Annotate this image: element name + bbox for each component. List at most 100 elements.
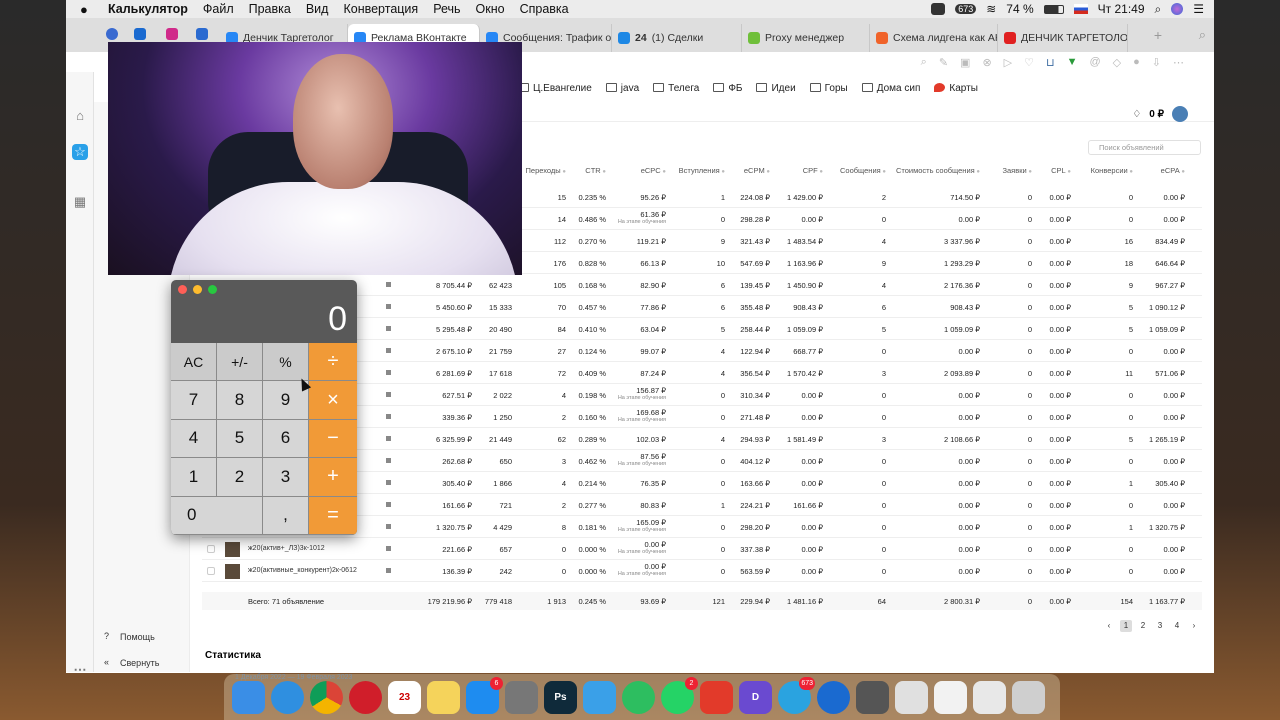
- bookmark-8[interactable]: Карты: [934, 82, 978, 94]
- calc-key-18[interactable]: =: [309, 496, 357, 535]
- at-icon[interactable]: @: [1089, 56, 1100, 68]
- app-d-icon[interactable]: D: [739, 680, 772, 714]
- siri-icon[interactable]: [1171, 3, 1184, 15]
- menu-app-name[interactable]: Калькулятор: [108, 2, 188, 16]
- profile-icon[interactable]: ●: [1133, 56, 1140, 68]
- column-header-leads[interactable]: Заявки: [1002, 166, 1032, 175]
- calc-key-4[interactable]: 7: [171, 381, 217, 420]
- chrome-icon[interactable]: [310, 680, 343, 714]
- calc-key-8[interactable]: 4: [171, 419, 217, 459]
- bookmark-4[interactable]: ФБ: [713, 82, 742, 94]
- minimize-window-button[interactable]: [193, 285, 202, 294]
- collapse-link[interactable]: Свернуть: [120, 658, 159, 668]
- control-center-icon[interactable]: ☰: [1193, 2, 1204, 16]
- instagram-icon[interactable]: [166, 28, 178, 40]
- bookmark-2[interactable]: java: [605, 82, 639, 94]
- column-header-msgcost[interactable]: Стоимость сообщения: [896, 166, 980, 175]
- calc-key-12[interactable]: 1: [171, 458, 217, 497]
- column-header-conv[interactable]: Конверсии: [1091, 166, 1133, 175]
- column-header-clicks[interactable]: Переходы: [526, 166, 566, 175]
- bookmark-1[interactable]: Ц.Евангелие: [518, 82, 592, 94]
- table-row[interactable]: ж20(актив+_ЛЗ)3к-1012 221.66 ₽ 657 0 0.000 %…: [202, 538, 1202, 560]
- calc-key-15[interactable]: +: [309, 458, 357, 497]
- calc-key-16[interactable]: 0: [171, 496, 263, 535]
- spotlight-search-icon[interactable]: ⌕: [1155, 2, 1162, 17]
- new-tab-button[interactable]: +: [1154, 27, 1162, 43]
- play-icon[interactable]: ▷: [1004, 56, 1012, 69]
- status-badge[interactable]: 673: [955, 4, 977, 14]
- tab-4[interactable]: 24 (1) Сделки: [612, 24, 742, 52]
- photoshop-icon[interactable]: Ps: [544, 680, 577, 714]
- xmind-icon[interactable]: [700, 680, 733, 714]
- safari-icon[interactable]: [271, 680, 304, 714]
- input-language-flag-icon[interactable]: [1073, 4, 1088, 14]
- calculator-icon[interactable]: [856, 680, 889, 714]
- appstore-icon[interactable]: 6: [466, 676, 503, 714]
- ad-thumbnail[interactable]: [225, 542, 240, 557]
- column-header-ecpm[interactable]: eCPM: [744, 166, 770, 175]
- close-icon[interactable]: ⊗: [982, 56, 991, 69]
- ad-thumbnail[interactable]: [225, 564, 240, 579]
- heart-icon[interactable]: ♡: [1024, 56, 1034, 69]
- column-header-msg[interactable]: Сообщения: [840, 166, 886, 175]
- wifi-icon[interactable]: ≋: [986, 2, 996, 16]
- calc-key-11[interactable]: −: [309, 419, 357, 459]
- browser-logo-icon[interactable]: [106, 28, 118, 40]
- ad-name[interactable]: ж20(активные_конкурент)2к-0612: [248, 567, 357, 574]
- home-icon[interactable]: ⌂: [72, 108, 88, 124]
- search-icon[interactable]: ⌕: [1199, 27, 1206, 43]
- menu-icon[interactable]: ⋯: [1173, 56, 1184, 69]
- column-header-cpf[interactable]: CPF: [803, 166, 823, 175]
- avatar[interactable]: [1172, 106, 1188, 122]
- calc-key-14[interactable]: 3: [263, 458, 309, 497]
- camera-icon[interactable]: ▣: [960, 56, 970, 69]
- calc-key-17[interactable]: ,: [263, 496, 309, 535]
- collapse-icon[interactable]: «: [104, 657, 109, 667]
- cart-icon[interactable]: ⊔: [1046, 56, 1055, 69]
- docs-icon[interactable]: [934, 680, 967, 714]
- tab-7[interactable]: ДЕНЧИК ТАРГЕТОЛОГ -: [998, 24, 1128, 52]
- trash-icon[interactable]: [1012, 680, 1045, 714]
- pager-page[interactable]: 4: [1171, 620, 1183, 632]
- evernote-icon[interactable]: [622, 680, 655, 714]
- bookmark-7[interactable]: Дома сип: [861, 82, 920, 94]
- battery-label[interactable]: 74 %: [1006, 2, 1033, 16]
- calc-key-2[interactable]: %: [263, 343, 309, 382]
- menu-speech[interactable]: Речь: [433, 2, 460, 16]
- calc-key-5[interactable]: 8: [217, 381, 263, 420]
- monosnap-icon[interactable]: [583, 680, 616, 714]
- menu-file[interactable]: Файл: [203, 2, 234, 16]
- edit-icon[interactable]: ✎: [939, 56, 948, 69]
- menu-window[interactable]: Окно: [476, 2, 505, 16]
- balance-value[interactable]: 0 ₽: [1149, 109, 1164, 120]
- ad-search-input[interactable]: Поиск объявлений: [1088, 140, 1201, 155]
- preview-icon[interactable]: [895, 680, 928, 714]
- tab-6[interactable]: Схема лидгена как АК-: [870, 24, 998, 52]
- pager-page[interactable]: 2: [1137, 620, 1149, 632]
- ad-name[interactable]: ж20(актив+_ЛЗ)3к-1012: [248, 545, 325, 552]
- column-header-ctr[interactable]: CTR: [585, 166, 606, 175]
- trello-icon[interactable]: [134, 28, 146, 40]
- bookmark-6[interactable]: Горы: [809, 82, 848, 94]
- calc-key-9[interactable]: 5: [217, 419, 263, 459]
- column-header-cpl[interactable]: CPL: [1051, 166, 1071, 175]
- menu-view[interactable]: Вид: [306, 2, 329, 16]
- calc-key-7[interactable]: ×: [309, 381, 357, 420]
- finder-icon[interactable]: [232, 680, 265, 714]
- cube-icon[interactable]: ◇: [1113, 56, 1121, 69]
- column-header-ecpc[interactable]: eCPC: [641, 166, 666, 175]
- tab-5[interactable]: Proxy менеджер: [742, 24, 870, 52]
- extension-icon[interactable]: ▼: [1067, 56, 1078, 68]
- more-icon[interactable]: ⋯: [72, 662, 88, 678]
- apps-grid-icon[interactable]: ▦: [72, 194, 88, 210]
- column-header-ecpa[interactable]: eCPA: [1161, 166, 1185, 175]
- whatsapp-icon[interactable]: 2: [661, 676, 698, 714]
- calc-key-10[interactable]: 6: [263, 419, 309, 459]
- clock[interactable]: Чт 21:49: [1098, 2, 1145, 16]
- apple-icon[interactable]: ●: [80, 2, 100, 17]
- record-icon[interactable]: [931, 3, 946, 15]
- menu-convert[interactable]: Конвертация: [343, 2, 418, 16]
- bookmark-5[interactable]: Идеи: [756, 82, 796, 94]
- settings-icon[interactable]: [505, 680, 538, 714]
- calc-key-13[interactable]: 2: [217, 458, 263, 497]
